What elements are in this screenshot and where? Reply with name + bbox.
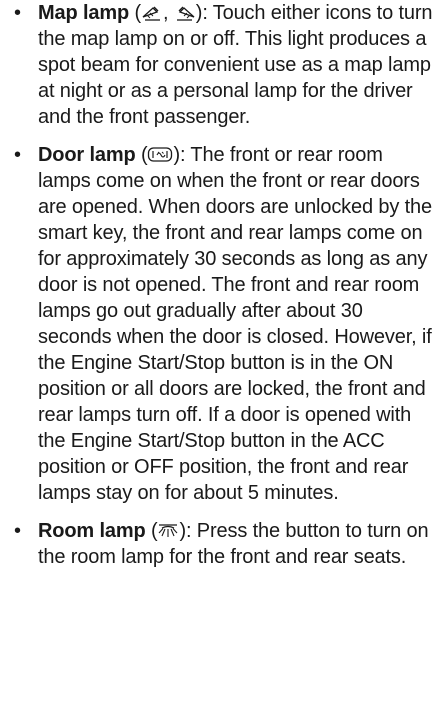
term-room-lamp: Room lamp (38, 520, 146, 542)
term-door-lamp: Door lamp (38, 144, 136, 166)
term-map-lamp: Map lamp (38, 2, 130, 24)
bullet: • (14, 520, 21, 542)
door-lamp-icon (147, 146, 173, 164)
bullet: • (14, 144, 21, 166)
paren-open: ( (129, 2, 141, 24)
map-lamp-left-icon (141, 4, 163, 22)
bullet: • (14, 2, 21, 24)
paren-open: ( (135, 144, 148, 166)
list-item-door-lamp: • Door lamp ( ): The front or rear room … (0, 142, 448, 506)
list-item-map-lamp: • Map lamp ( , ): Touch either icons to … (0, 0, 448, 130)
lamp-list: • Map lamp ( , ): Touch either icons to … (0, 0, 448, 570)
map-lamp-right-icon (174, 4, 196, 22)
list-item-room-lamp: • Room lamp ( ): Press the button to tur… (0, 518, 448, 570)
manual-page: • Map lamp ( , ): Touch either icons to … (0, 0, 448, 570)
icon-separator: , (162, 2, 174, 24)
paren-open: ( (145, 520, 158, 542)
description-door-lamp: : The front or rear room lamps come on w… (38, 144, 432, 504)
room-lamp-icon (157, 522, 179, 540)
